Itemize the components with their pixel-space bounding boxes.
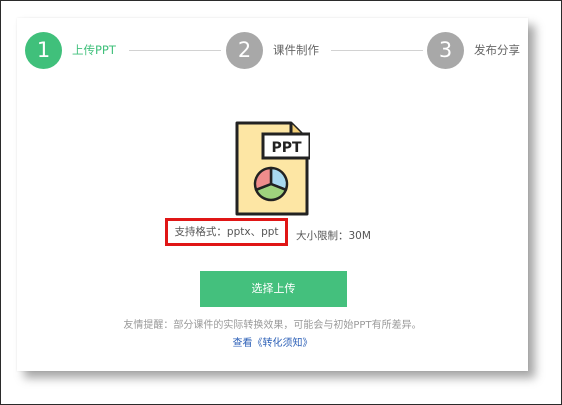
step-2-label: 课件制作 — [273, 43, 319, 57]
select-upload-button[interactable]: 选择上传 — [200, 271, 347, 307]
step-2-circle: 2 — [226, 32, 263, 69]
step-3-label: 发布分享 — [474, 43, 520, 57]
pie-chart-icon — [253, 166, 289, 202]
ppt-file-icon: PPT — [235, 121, 310, 216]
step-connector-1 — [129, 50, 221, 51]
supported-formats-text: 支持格式：pptx、ppt — [174, 226, 279, 238]
friendly-reminder-text: 友情提醒：部分课件的实际转换效果，可能会与初始PPT有所差异。 — [123, 320, 422, 331]
ppt-badge-text: PPT — [271, 140, 302, 156]
conversion-notice-link[interactable]: 查看《转化须知》 — [17, 337, 528, 351]
step-3-circle: 3 — [427, 32, 464, 69]
step-connector-2 — [331, 50, 423, 51]
size-limit-text: 大小限制：30M — [296, 230, 371, 242]
step-1-circle: 1 — [25, 32, 62, 69]
step-1-label: 上传PPT — [72, 43, 116, 57]
supported-formats-highlight: 支持格式：pptx、ppt — [165, 218, 288, 246]
upload-card: 1 上传PPT 2 课件制作 3 发布分享 PPT 支持格式：pptx、ppt … — [17, 18, 528, 371]
screenshot-frame: 1 上传PPT 2 课件制作 3 发布分享 PPT 支持格式：pptx、ppt … — [0, 0, 562, 405]
